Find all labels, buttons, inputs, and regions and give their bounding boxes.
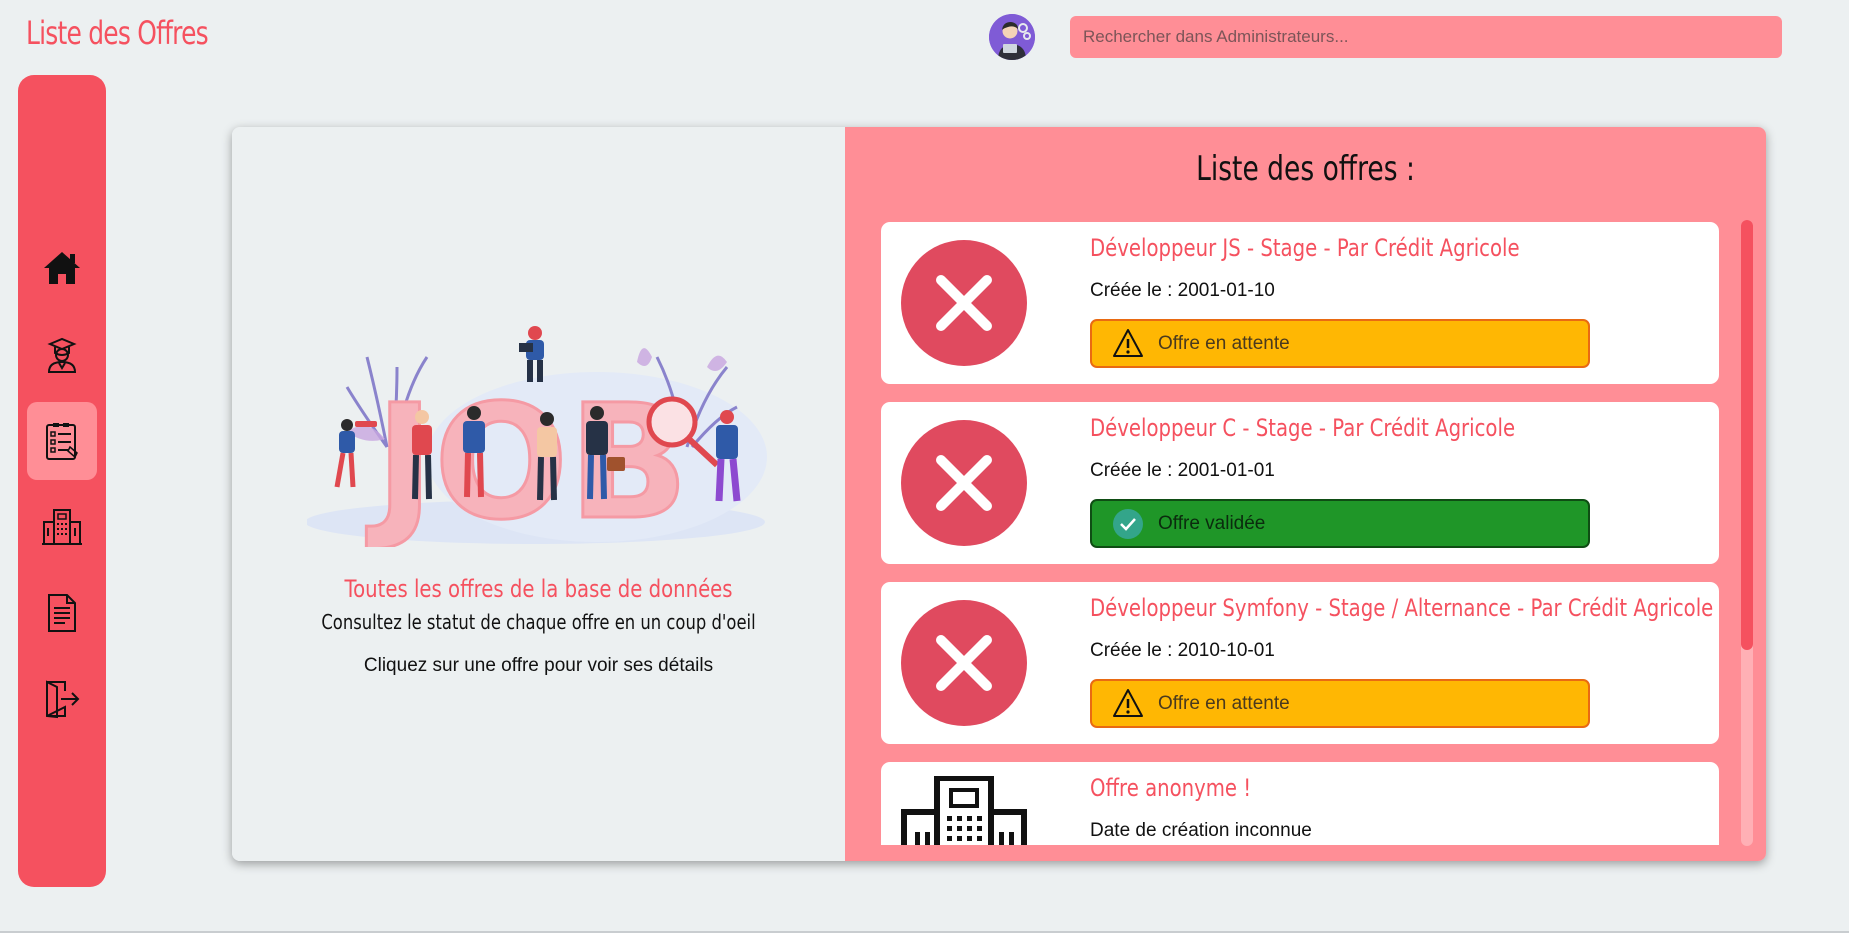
offers-list-title: Liste des offres : [1196,149,1415,189]
offer-title[interactable]: Développeur JS - Stage - Par Crédit Agri… [1090,234,1520,262]
sidebar-item-offers[interactable] [27,402,97,480]
sidebar-item-logout[interactable] [27,660,97,738]
offers-list[interactable]: Développeur JS - Stage - Par Crédit Agri… [881,222,1719,845]
checklist-icon [46,423,78,460]
avatar[interactable] [989,14,1035,60]
close-circle-icon [901,420,1027,546]
status-badge: Offre en attente [1090,319,1590,368]
sidebar-item-students[interactable] [27,316,97,394]
info-subtitle: Consultez le statut de chaque offre en u… [321,610,756,634]
scrollbar-thumb[interactable] [1741,220,1753,650]
logout-icon [46,680,80,719]
sidebar-item-home[interactable] [27,229,97,307]
document-icon [48,594,76,632]
status-label: Offre en attente [1158,692,1290,714]
status-label: Offre validée [1158,512,1266,534]
job-illustration: JOB [307,326,767,547]
close-circle-icon [901,600,1027,726]
offers-card: JOB Toutes les offres de la base de donn… [232,127,1766,861]
sidebar-item-companies[interactable] [27,488,97,566]
warning-icon [1112,688,1144,720]
info-panel: JOB Toutes les offres de la base de donn… [232,127,845,861]
offer-title[interactable]: Développeur Symfony - Stage / Alternance… [1090,594,1713,622]
page-title: Liste des Offres [26,14,209,52]
offer-date: Créée le : 2010-10-01 [1090,640,1275,661]
home-icon [44,252,80,284]
status-badge: Offre validée [1090,499,1590,548]
check-circle-icon [1112,508,1144,540]
offer-date: Date de création inconnue [1090,820,1312,841]
close-circle-icon [901,240,1027,366]
status-label: Offre en attente [1158,332,1290,354]
offer-title[interactable]: Développeur C - Stage - Par Crédit Agric… [1090,414,1515,442]
offer-card[interactable]: Développeur C - Stage - Par Crédit Agric… [881,402,1719,564]
offer-card[interactable]: Développeur Symfony - Stage / Alternance… [881,582,1719,744]
offers-scrollbar[interactable] [1741,220,1753,846]
search-input[interactable] [1070,16,1782,58]
offer-date: Créée le : 2001-01-01 [1090,460,1275,481]
building-icon [901,776,1027,845]
building-icon [42,509,82,545]
graduate-user-icon [47,337,77,373]
offer-card[interactable]: Développeur JS - Stage - Par Crédit Agri… [881,222,1719,384]
offer-date: Créée le : 2001-01-10 [1090,280,1275,301]
admin-avatar-icon [989,14,1035,60]
info-hint: Cliquez sur une offre pour voir ses déta… [363,655,714,676]
sidebar [18,75,106,887]
offer-card[interactable]: Offre anonyme ! Date de création inconnu… [881,762,1719,845]
warning-icon [1112,328,1144,360]
offers-panel: Liste des offres : Développeur JS - Stag… [845,127,1766,861]
info-title: Toutes les offres de la base de données [344,575,733,603]
sidebar-item-documents[interactable] [27,574,97,652]
offer-title[interactable]: Offre anonyme ! [1090,774,1251,802]
status-badge: Offre en attente [1090,679,1590,728]
